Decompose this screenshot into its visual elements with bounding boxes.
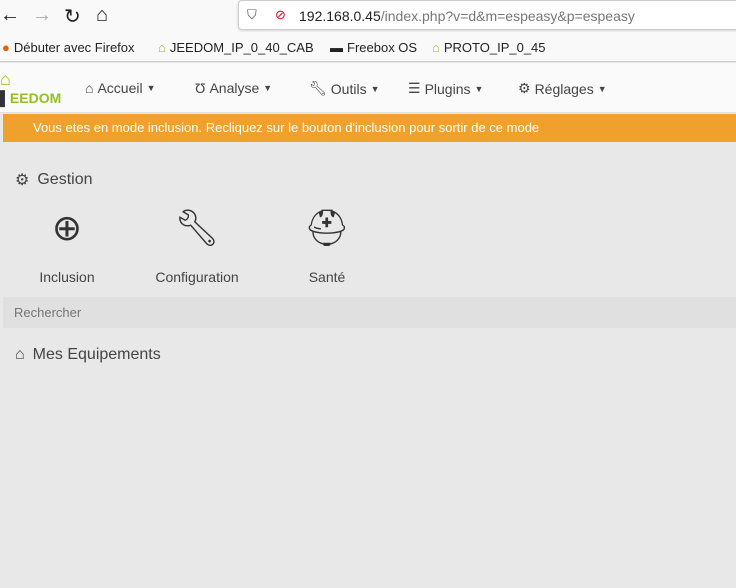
card-label: Configuration — [155, 269, 239, 285]
heading-label: Gestion — [37, 171, 93, 188]
menu-reglages[interactable]: ⚙ Réglages ▼ — [518, 80, 607, 97]
bookmark-proto[interactable]: ⌂ PROTO_IP_0_45 — [432, 40, 546, 55]
menu-accueil[interactable]: ⌂ Accueil ▼ — [85, 80, 156, 96]
menu-label: Outils — [330, 80, 367, 97]
card-label: Inclusion — [39, 269, 95, 285]
bookmark-label: Débuter avec Firefox — [13, 40, 135, 55]
equipements-heading: ⌂ Mes Equipements — [15, 346, 161, 364]
jeedom-icon: ⌂ — [158, 40, 166, 55]
bookmark-label: Freebox OS — [347, 40, 418, 55]
inclusion-alert: Vous etes en mode inclusion. Recliquez s… — [3, 114, 736, 142]
jeedom-icon: ⌂ — [432, 40, 440, 55]
menu-label: Accueil — [97, 80, 143, 96]
bookmarks-bar: ● Débuter avec Firefox ⌂ JEEDOM_IP_0_40_CA… — [0, 32, 736, 62]
search-input[interactable] — [3, 297, 736, 328]
bookmark-firefox[interactable]: ● Débuter avec Firefox — [2, 40, 135, 55]
inclusion-button[interactable]: ⊕ Inclusion — [28, 207, 106, 286]
menu-plugins[interactable]: ☰ Plugins ▼ — [408, 80, 483, 97]
wrench-icon: 🔧︎ — [174, 207, 220, 248]
top-navbar: ⌂ ▌EEDOM ⌂ Accueil ▼ Ʊ Analyse ▼ 🔧︎ Outils ▼ ☰ P… — [0, 63, 736, 113]
gear-icon: ⚙ — [518, 80, 531, 96]
browser-toolbar: ← → ↻ ⌂ ⛉ ⊘ 192.168.0.45/index.php?v=d&m… — [0, 0, 736, 32]
logo-text: EEDOM — [9, 90, 62, 106]
home-icon: ⌂ — [85, 80, 94, 96]
plus-circle-icon: ⊕ — [51, 207, 83, 248]
menu-analyse[interactable]: Ʊ Analyse ▼ — [195, 80, 272, 96]
caret-down-icon: ▼ — [146, 83, 156, 93]
wrench-icon: 🔧︎ — [309, 80, 327, 96]
url-path: /index.php?v=d&m=espeasy&p=espeasy — [380, 8, 635, 24]
menu-label: Plugins — [424, 80, 471, 97]
heading-label: Mes Equipements — [32, 346, 161, 363]
gear-icon: ⚙ — [15, 172, 30, 189]
caret-down-icon: ▼ — [263, 83, 273, 93]
reload-icon[interactable]: ↻ — [64, 4, 81, 29]
sante-button[interactable]: ⛑ Santé — [297, 207, 357, 286]
menu-label: Réglages — [534, 80, 594, 97]
home-icon[interactable]: ⌂ — [96, 4, 108, 27]
home-icon: ⌂ — [15, 346, 25, 363]
freebox-icon: ▬ — [330, 40, 343, 55]
bookmark-freebox[interactable]: ▬ Freebox OS — [330, 40, 417, 55]
medkit-icon: ⛑ — [304, 207, 350, 248]
gestion-heading: ⚙ Gestion — [15, 170, 92, 190]
jeedom-logo[interactable]: ⌂ ▌EEDOM — [0, 69, 61, 106]
forward-icon[interactable]: → — [32, 4, 52, 27]
caret-down-icon: ▼ — [370, 83, 380, 94]
url-bar[interactable]: ⛉ ⊘ 192.168.0.45/index.php?v=d&m=espeasy… — [238, 0, 736, 30]
caret-down-icon: ▼ — [597, 83, 607, 94]
bookmark-label: JEEDOM_IP_0_40_CAB — [169, 40, 314, 55]
menu-outils[interactable]: 🔧︎ Outils ▼ — [309, 80, 380, 97]
bookmark-label: PROTO_IP_0_45 — [443, 40, 546, 55]
card-label: Santé — [308, 269, 346, 285]
menu-label: Analyse — [209, 80, 260, 96]
url-host: 192.168.0.45 — [299, 8, 381, 24]
bookmark-jeedom-cab[interactable]: ⌂ JEEDOM_IP_0_40_CAB — [158, 40, 314, 55]
tasks-icon: ☰ — [408, 80, 421, 96]
stethoscope-icon: Ʊ — [195, 80, 206, 96]
back-icon[interactable]: ← — [0, 4, 20, 27]
shield-icon: ⛉ — [247, 7, 257, 22]
insecure-lock-icon: ⊘ — [275, 7, 286, 22]
firefox-icon: ● — [2, 40, 10, 55]
configuration-button[interactable]: 🔧︎ Configuration — [148, 207, 246, 286]
caret-down-icon: ▼ — [474, 83, 484, 94]
